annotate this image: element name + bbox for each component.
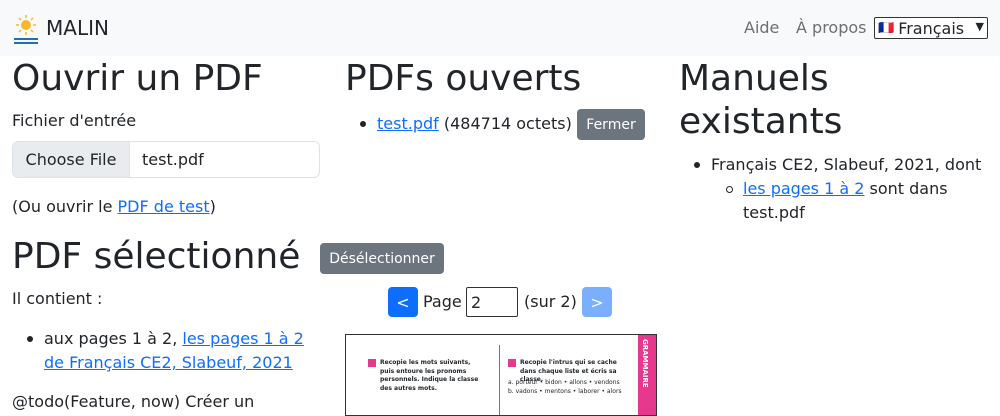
or-open-suffix: ) xyxy=(209,197,216,216)
opened-pdf-link[interactable]: test.pdf xyxy=(377,114,439,133)
nav-help-link[interactable]: Aide xyxy=(744,18,779,37)
opened-pdf-size: (484714 octets) xyxy=(443,114,572,133)
prev-page-button[interactable]: < xyxy=(388,287,418,317)
manual-subitem-file: test.pdf xyxy=(743,203,805,222)
manual-pages-link[interactable]: les pages 1 à 2 xyxy=(743,179,864,198)
close-pdf-button[interactable]: Fermer xyxy=(577,109,645,140)
exercise-number-icon xyxy=(368,359,376,367)
selected-pdf-title: PDF sélectionné xyxy=(12,236,301,277)
next-page-button[interactable]: > xyxy=(582,287,612,317)
open-test-pdf-line: (Ou ouvrir le PDF de test) xyxy=(12,197,216,216)
or-open-prefix: (Ou ouvrir le xyxy=(12,197,118,216)
manual-item-label: Français CE2, Slabeuf, 2021, dont xyxy=(711,155,982,174)
opened-pdf-item: test.pdf (484714 octets) xyxy=(377,114,572,133)
manual-subitem: les pages 1 à 2 sont dans xyxy=(743,179,948,198)
list-bullet xyxy=(360,121,366,127)
input-file-label: Fichier d'entrée xyxy=(12,111,137,130)
selected-item-prefix: aux pages 1 à 2, xyxy=(44,329,183,348)
selected-pages-link[interactable]: les pages 1 à 2 xyxy=(182,329,303,348)
choose-file-button[interactable]: Choose File xyxy=(13,142,130,177)
language-selected-value: Français xyxy=(898,18,965,38)
chevron-down-icon: ▼ xyxy=(975,20,984,33)
todo-text: @todo(Feature, now) Créer un xyxy=(12,392,255,411)
pdf-page-preview: GRAMMAIRE Recopie les mots suivants, pui… xyxy=(345,334,657,416)
navbar: MALIN Aide À propos 🇫🇷 Français ▼ xyxy=(0,0,1000,56)
nav-about-link[interactable]: À propos xyxy=(796,18,866,37)
logo-icon[interactable] xyxy=(12,14,40,46)
preview-left-title: Recopie les mots suivants, puis entoure … xyxy=(380,359,479,393)
selected-item-line1: aux pages 1 à 2, les pages 1 à 2 xyxy=(44,329,304,348)
page-label: Page xyxy=(423,292,462,311)
file-input[interactable]: Choose File test.pdf xyxy=(12,141,320,178)
preview-right-line: a. porteur • bidon • allons • vendons xyxy=(508,379,620,386)
brand-link[interactable]: MALIN xyxy=(46,16,109,40)
preview-right-line: b. vadons • mentons • laborer • alors xyxy=(508,388,622,395)
list-bullet xyxy=(726,186,733,193)
manuals-title-line1: Manuels xyxy=(679,58,829,99)
manuals-title-line2: existants xyxy=(679,101,843,142)
open-pdf-title: Ouvrir un PDF xyxy=(12,58,263,99)
list-bullet xyxy=(694,162,700,168)
column-divider xyxy=(499,345,500,415)
contains-label: Il contient : xyxy=(12,289,103,308)
opened-pdfs-title: PDFs ouverts xyxy=(345,58,582,99)
page-number-input[interactable]: 2 xyxy=(466,287,518,317)
side-tab-label: GRAMMAIRE xyxy=(641,339,649,388)
flag-icon: 🇫🇷 xyxy=(878,20,895,36)
exercise-number-icon xyxy=(508,359,516,367)
manual-subitem-text: sont dans xyxy=(864,179,948,198)
test-pdf-link[interactable]: PDF de test xyxy=(118,197,210,216)
file-name: test.pdf xyxy=(142,150,204,169)
list-bullet xyxy=(27,336,33,342)
selected-pages-link-cont[interactable]: de Français CE2, Slabeuf, 2021 xyxy=(44,353,293,372)
deselect-button[interactable]: Désélectionner xyxy=(320,243,444,274)
page-total: (sur 2) xyxy=(524,292,577,311)
language-select[interactable]: 🇫🇷 Français ▼ xyxy=(874,17,988,39)
side-tab: GRAMMAIRE xyxy=(638,335,656,415)
